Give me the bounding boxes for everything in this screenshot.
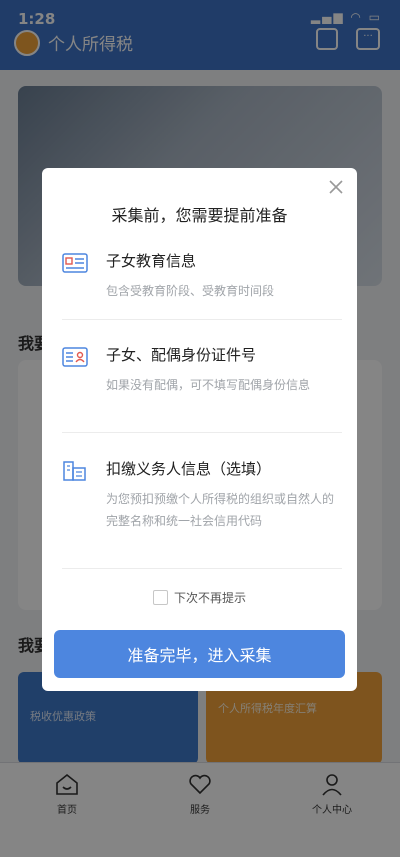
dont-show-again-label: 下次不再提示 <box>173 591 246 605</box>
divider <box>62 568 342 569</box>
modal-title: 采集前，您需要提前准备 <box>111 206 288 225</box>
close-icon[interactable] <box>325 176 347 198</box>
divider <box>62 432 342 433</box>
prep-item-title: 扣缴义务人信息（选填） <box>106 460 272 478</box>
confirm-start-collection-button[interactable]: 准备完毕，进入采集 <box>54 630 345 678</box>
dont-show-again-checkbox[interactable] <box>152 590 168 605</box>
prep-item-desc: 如果没有配偶，可不填写配偶身份信息 <box>106 378 311 392</box>
preparation-modal: 采集前，您需要提前准备 子女教育信息 包含受教育阶段、受教育时间段 子女、配偶身… <box>42 168 357 691</box>
divider <box>62 319 342 320</box>
dont-show-again-row[interactable]: 下次不再提示 <box>42 589 357 606</box>
prep-item-title: 子女教育信息 <box>106 252 197 270</box>
id-card-person-icon <box>62 347 88 367</box>
prep-item-desc: 包含受教育阶段、受教育时间段 <box>106 284 275 298</box>
prep-item-desc: 为您预扣预缴个人所得税的组织或自然人的完整名称和统一社会信用代码 <box>106 492 335 528</box>
building-icon <box>63 461 86 481</box>
prep-item-title: 子女、配偶身份证件号 <box>106 346 257 364</box>
id-card-icon <box>62 253 88 273</box>
